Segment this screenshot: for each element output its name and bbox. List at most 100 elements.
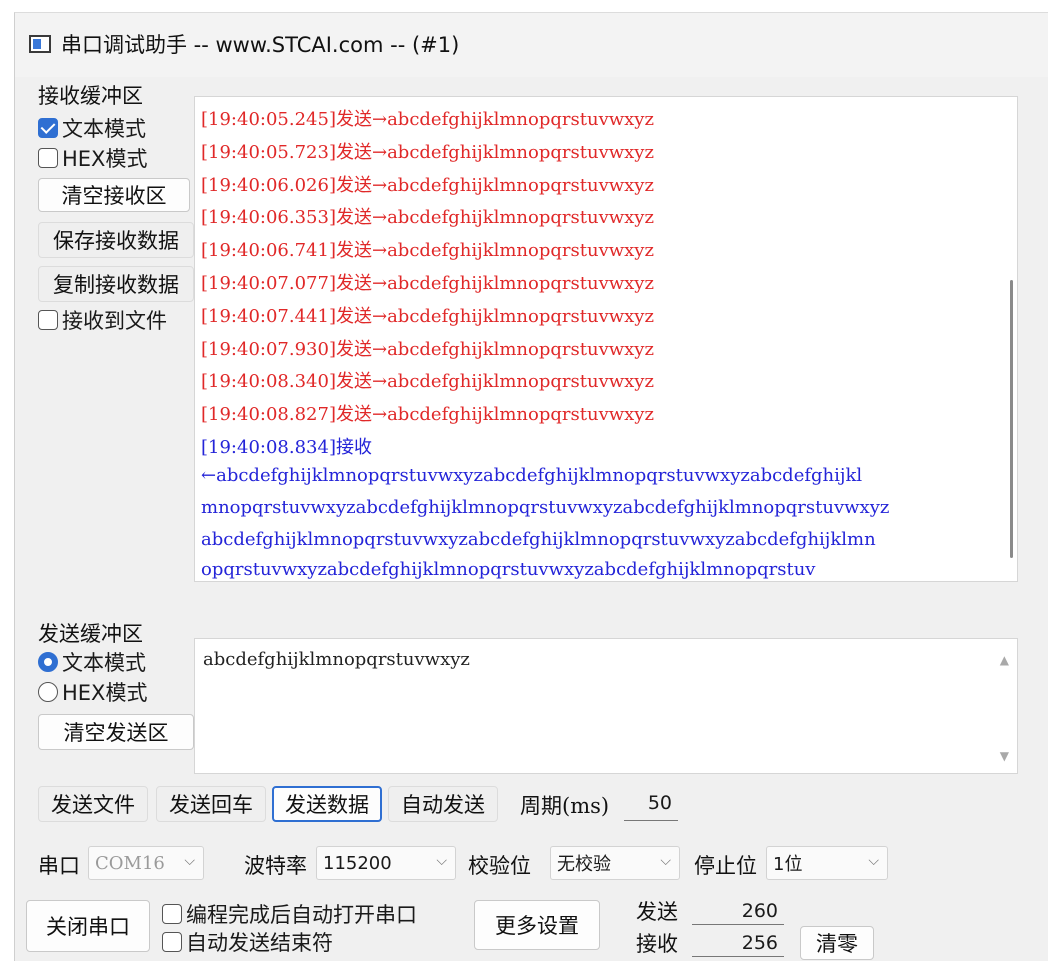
send-log-text: abcdefghijklmnopqrstuvwxyz bbox=[387, 371, 654, 393]
baud-select[interactable]: 115200 ⌵ bbox=[316, 846, 456, 880]
clear-receive-button[interactable]: 清空接收区 bbox=[38, 178, 190, 212]
send-group-label: 发送缓冲区 bbox=[38, 622, 143, 646]
checkbox-icon bbox=[162, 904, 182, 924]
recv-count-label: 接收 bbox=[636, 932, 678, 956]
chevron-down-icon: ⌵ bbox=[184, 853, 195, 869]
send-log-dir: 发送 bbox=[335, 207, 372, 229]
app-icon bbox=[29, 35, 51, 53]
clear-counts-button[interactable]: 清零 bbox=[800, 926, 874, 960]
period-input[interactable]: 50 bbox=[632, 792, 672, 814]
send-log-ts: [19:40:07.441] bbox=[201, 305, 336, 327]
send-data-button[interactable]: 发送数据 bbox=[272, 786, 382, 822]
close-port-button[interactable]: 关闭串口 bbox=[26, 900, 150, 952]
send-log-arrow: → bbox=[371, 404, 388, 426]
send-file-button[interactable]: 发送文件 bbox=[38, 786, 148, 822]
receive-data-line: mnopqrstuvwxyzabcdefghijklmnopqrstuvwxyz… bbox=[201, 497, 890, 518]
checkbox-icon bbox=[38, 310, 58, 330]
send-log-dir: 发送 bbox=[335, 240, 372, 262]
period-underline bbox=[624, 820, 678, 821]
receive-group-label: 接收缓冲区 bbox=[38, 84, 143, 108]
scroll-up-icon[interactable]: ▲ bbox=[1000, 653, 1009, 667]
send-log-ts: [19:40:07.930] bbox=[201, 338, 336, 360]
send-log-text: abcdefghijklmnopqrstuvwxyz bbox=[387, 305, 654, 327]
send-log-arrow: → bbox=[371, 109, 388, 130]
auto-open-port-checkbox[interactable]: 编程完成后自动打开串口 bbox=[162, 900, 417, 928]
send-log-arrow: → bbox=[371, 240, 388, 262]
send-log-ts: [19:40:07.077] bbox=[201, 273, 336, 294]
send-log-ts: [19:40:06.353] bbox=[201, 207, 336, 229]
radio-icon bbox=[38, 682, 58, 702]
send-log-dir: 发送 bbox=[335, 305, 372, 327]
receive-hex-mode-checkbox[interactable]: HEX模式 bbox=[38, 144, 147, 172]
copy-receive-button[interactable]: 复制接收数据 bbox=[38, 266, 194, 302]
send-log-line: [19:40:08.340]发送→abcdefghijklmnopqrstuvw… bbox=[201, 367, 654, 393]
period-label: 周期(ms) bbox=[520, 794, 610, 818]
sent-underline bbox=[692, 924, 784, 925]
send-log-line: [19:40:07.077]发送→abcdefghijklmnopqrstuvw… bbox=[201, 269, 654, 295]
send-log-arrow: → bbox=[371, 371, 388, 393]
baud-label: 波特率 bbox=[244, 854, 307, 878]
auto-send-button[interactable]: 自动发送 bbox=[388, 786, 498, 822]
send-log-dir: 发送 bbox=[335, 404, 372, 426]
send-log-arrow: → bbox=[371, 174, 388, 196]
send-log-text: abcdefghijklmnopqrstuvwxyz bbox=[387, 338, 654, 360]
send-log-line: [19:40:07.441]发送→abcdefghijklmnopqrstuvw… bbox=[201, 302, 654, 328]
receive-buffer[interactable]: [19:40:05.245]发送→abcdefghijklmnopqrstuvw… bbox=[194, 96, 1018, 582]
send-log-line: [19:40:05.245]发送→abcdefghijklmnopqrstuvw… bbox=[201, 105, 654, 131]
send-log-line: [19:40:06.026]发送→abcdefghijklmnopqrstuvw… bbox=[201, 171, 654, 197]
send-log-line: [19:40:06.353]发送→abcdefghijklmnopqrstuvw… bbox=[201, 203, 654, 229]
recv-underline bbox=[692, 956, 784, 957]
send-log-arrow: → bbox=[371, 305, 388, 327]
send-text-mode-radio[interactable]: 文本模式 bbox=[38, 648, 146, 676]
send-log-text: abcdefghijklmnopqrstuvwxyz bbox=[387, 207, 654, 229]
send-log-text: abcdefghijklmnopqrstuvwxyz bbox=[387, 109, 654, 130]
send-log-line: [19:40:06.741]发送→abcdefghijklmnopqrstuvw… bbox=[201, 236, 654, 262]
recv-count: 256 bbox=[741, 932, 778, 954]
receive-data-line: abcdefghijklmnopqrstuvwxyzabcdefghijklmn… bbox=[201, 529, 876, 550]
receive-header: [19:40:08.834]接收 bbox=[201, 437, 372, 458]
send-enter-button[interactable]: 发送回车 bbox=[156, 786, 266, 822]
send-hex-mode-radio[interactable]: HEX模式 bbox=[38, 678, 147, 706]
send-log-arrow: → bbox=[371, 338, 388, 360]
checkbox-checked-icon bbox=[38, 118, 58, 138]
send-log-ts: [19:40:08.340] bbox=[201, 371, 336, 393]
send-log-dir: 发送 bbox=[335, 174, 372, 196]
send-log-text: abcdefghijklmnopqrstuvwxyz bbox=[387, 404, 654, 426]
send-log-text: abcdefghijklmnopqrstuvwxyz bbox=[387, 174, 654, 196]
send-log-line: [19:40:07.930]发送→abcdefghijklmnopqrstuvw… bbox=[201, 335, 654, 361]
save-receive-button[interactable]: 保存接收数据 bbox=[38, 222, 194, 258]
clear-send-button[interactable]: 清空发送区 bbox=[38, 714, 194, 750]
send-log-line: [19:40:08.827]发送→abcdefghijklmnopqrstuvw… bbox=[201, 400, 654, 426]
checkbox-icon bbox=[38, 148, 58, 168]
radio-selected-icon bbox=[38, 652, 58, 672]
receive-data-line: ←abcdefghijklmnopqrstuvwxyzabcdefghijklm… bbox=[201, 465, 863, 486]
stop-select[interactable]: 1位 ⌵ bbox=[766, 846, 888, 880]
window-title: 串口调试助手 -- www.STCAI.com -- (#1) bbox=[61, 33, 460, 57]
sent-count-label: 发送 bbox=[636, 900, 678, 924]
parity-select[interactable]: 无校验 ⌵ bbox=[550, 846, 680, 880]
send-log-ts: [19:40:08.827] bbox=[201, 404, 336, 426]
receive-text-mode-checkbox[interactable]: 文本模式 bbox=[38, 114, 146, 142]
send-log-dir: 发送 bbox=[335, 273, 372, 294]
receive-scrollbar[interactable] bbox=[1010, 280, 1013, 558]
scroll-down-icon[interactable]: ▼ bbox=[1000, 749, 1009, 763]
receive-to-file-checkbox[interactable]: 接收到文件 bbox=[38, 306, 167, 334]
send-log-text: abcdefghijklmnopqrstuvwxyz bbox=[387, 141, 654, 163]
auto-send-terminator-checkbox[interactable]: 自动发送结束符 bbox=[162, 928, 333, 956]
more-settings-button[interactable]: 更多设置 bbox=[474, 900, 600, 950]
port-label: 串口 bbox=[38, 854, 80, 878]
send-log-dir: 发送 bbox=[335, 371, 372, 393]
send-log-line: [19:40:05.723]发送→abcdefghijklmnopqrstuvw… bbox=[201, 138, 654, 164]
send-log-dir: 发送 bbox=[335, 141, 372, 163]
send-log-ts: [19:40:05.245] bbox=[201, 109, 336, 130]
chevron-down-icon: ⌵ bbox=[660, 853, 671, 869]
checkbox-icon bbox=[162, 932, 182, 952]
port-select[interactable]: COM16 ⌵ bbox=[88, 846, 204, 880]
send-log-text: abcdefghijklmnopqrstuvwxyz bbox=[387, 273, 654, 294]
send-log-ts: [19:40:05.723] bbox=[201, 141, 336, 163]
send-buffer[interactable]: abcdefghijklmnopqrstuvwxyz ▲ ▼ bbox=[194, 638, 1018, 774]
send-content: abcdefghijklmnopqrstuvwxyz bbox=[203, 649, 470, 670]
parity-label: 校验位 bbox=[468, 854, 531, 878]
send-log-arrow: → bbox=[371, 273, 388, 294]
send-log-arrow: → bbox=[371, 207, 388, 229]
